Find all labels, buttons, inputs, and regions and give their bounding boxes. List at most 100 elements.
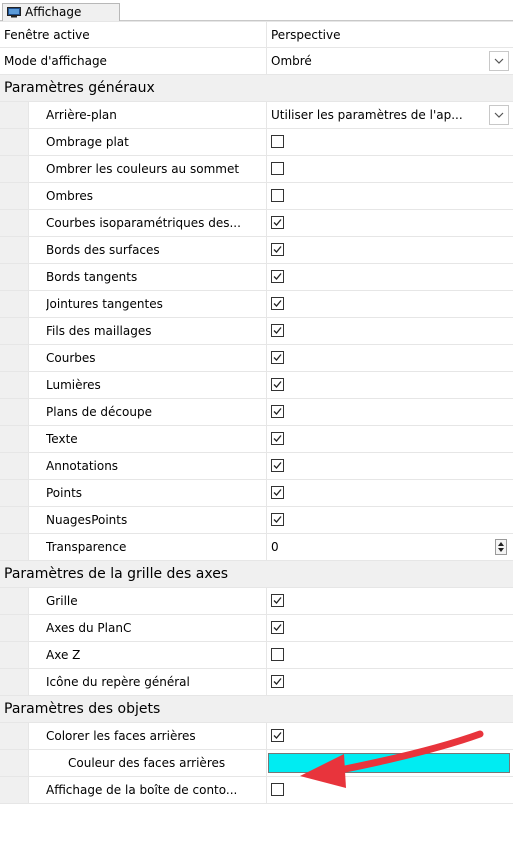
- column-divider: [266, 264, 267, 290]
- row-bords-tangents[interactable]: Bords tangents: [0, 264, 513, 291]
- row-axe-z[interactable]: Axe Z: [0, 642, 513, 669]
- row-ombres[interactable]: Ombres: [0, 183, 513, 210]
- row-lumieres[interactable]: Lumières: [0, 372, 513, 399]
- tab-label: Affichage: [25, 5, 82, 19]
- backface-color-swatch[interactable]: [268, 753, 510, 773]
- checkbox-checked[interactable]: [271, 513, 284, 526]
- row-label: Fenêtre active: [4, 28, 90, 42]
- monitor-icon: [7, 7, 21, 18]
- row-gutter: [0, 318, 29, 344]
- column-divider: [266, 22, 267, 48]
- row-texte[interactable]: Texte: [0, 426, 513, 453]
- row-fenetre-active[interactable]: Fenêtre active Perspective: [0, 21, 513, 48]
- row-arriere-plan[interactable]: Arrière-plan Utiliser les paramètres de l…: [0, 102, 513, 129]
- checkbox-checked[interactable]: [271, 432, 284, 445]
- checkmark-icon: [273, 516, 282, 523]
- checkbox-checked[interactable]: [271, 675, 284, 688]
- checkbox-unchecked[interactable]: [271, 783, 284, 796]
- row-courbes[interactable]: Courbes: [0, 345, 513, 372]
- display-mode-dropdown-button[interactable]: [489, 51, 509, 71]
- checkmark-icon: [273, 354, 282, 361]
- row-axes-du-planc[interactable]: Axes du PlanC: [0, 615, 513, 642]
- tab-affichage[interactable]: Affichage: [2, 3, 120, 21]
- row-gutter: [0, 615, 29, 641]
- row-colorer-les-faces-arrieres[interactable]: Colorer les faces arrières: [0, 723, 513, 750]
- column-divider: [266, 669, 267, 695]
- transparency-spinner[interactable]: [495, 539, 507, 555]
- checkmark-icon: [273, 462, 282, 469]
- row-gutter: [0, 129, 29, 155]
- checkbox-checked[interactable]: [271, 621, 284, 634]
- checkmark-icon: [273, 678, 282, 685]
- background-dropdown-button[interactable]: [489, 105, 509, 125]
- checkbox-checked[interactable]: [271, 459, 284, 472]
- chevron-down-icon: [494, 58, 504, 64]
- column-divider: [266, 372, 267, 398]
- row-icone-du-repere-general[interactable]: Icône du repère général: [0, 669, 513, 696]
- checkbox-checked[interactable]: [271, 216, 284, 229]
- checkbox-checked[interactable]: [271, 324, 284, 337]
- row-ombrage-plat[interactable]: Ombrage plat: [0, 129, 513, 156]
- checkmark-icon: [273, 381, 282, 388]
- checkbox-unchecked[interactable]: [271, 135, 284, 148]
- checkbox-unchecked[interactable]: [271, 648, 284, 661]
- section-header-grid-axes[interactable]: Paramètres de la grille des axes: [0, 561, 513, 588]
- transparency-value[interactable]: 0: [271, 534, 279, 560]
- checkmark-icon: [273, 327, 282, 334]
- checkbox-checked[interactable]: [271, 486, 284, 499]
- checkbox-checked[interactable]: [271, 351, 284, 364]
- row-bords-des-surfaces[interactable]: Bords des surfaces: [0, 237, 513, 264]
- row-jointures-tangentes[interactable]: Jointures tangentes: [0, 291, 513, 318]
- row-gutter: [0, 102, 29, 128]
- row-gutter: [0, 669, 29, 695]
- column-divider: [266, 399, 267, 425]
- column-divider: [266, 642, 267, 668]
- property-grid: Fenêtre active Perspective Mode d'affich…: [0, 21, 513, 804]
- checkbox-checked[interactable]: [271, 378, 284, 391]
- row-label: Mode d'affichage: [4, 54, 107, 68]
- checkmark-icon: [273, 246, 282, 253]
- row-plans-de-decoupe[interactable]: Plans de découpe: [0, 399, 513, 426]
- row-label: Texte: [46, 432, 78, 446]
- checkbox-checked[interactable]: [271, 405, 284, 418]
- row-fils-des-maillages[interactable]: Fils des maillages: [0, 318, 513, 345]
- column-divider: [266, 345, 267, 371]
- checkbox-unchecked[interactable]: [271, 162, 284, 175]
- row-courbes-isoparametriques-des[interactable]: Courbes isoparamétriques des...: [0, 210, 513, 237]
- row-gutter: [0, 777, 29, 803]
- section-title: Paramètres de la grille des axes: [4, 566, 229, 582]
- section-header-objects[interactable]: Paramètres des objets: [0, 696, 513, 723]
- row-label: Fils des maillages: [46, 324, 152, 338]
- checkbox-checked[interactable]: [271, 243, 284, 256]
- row-transparence[interactable]: Transparence 0: [0, 534, 513, 561]
- row-gutter: [0, 183, 29, 209]
- row-nuagespoints[interactable]: NuagesPoints: [0, 507, 513, 534]
- checkbox-checked[interactable]: [271, 594, 284, 607]
- background-value: Utiliser les paramètres de l'ap...: [271, 108, 463, 122]
- row-ombrer-les-couleurs-au-sommet[interactable]: Ombrer les couleurs au sommet: [0, 156, 513, 183]
- column-divider: [266, 237, 267, 263]
- column-divider: [266, 723, 267, 749]
- column-divider: [266, 750, 267, 776]
- section-header-general[interactable]: Paramètres généraux: [0, 75, 513, 102]
- column-divider: [266, 48, 267, 74]
- row-points[interactable]: Points: [0, 480, 513, 507]
- row-affichage-de-la-boite-de-conto[interactable]: Affichage de la boîte de conto...: [0, 777, 513, 804]
- row-grille[interactable]: Grille: [0, 588, 513, 615]
- row-gutter: [0, 480, 29, 506]
- checkmark-icon: [273, 732, 282, 739]
- row-couleur-des-faces-arrieres[interactable]: Couleur des faces arrières: [0, 750, 513, 777]
- section-title: Paramètres généraux: [4, 80, 155, 96]
- row-label: Axes du PlanC: [46, 621, 132, 635]
- checkbox-unchecked[interactable]: [271, 189, 284, 202]
- column-divider: [266, 480, 267, 506]
- row-gutter: [0, 534, 29, 560]
- row-mode-affichage[interactable]: Mode d'affichage Ombré: [0, 48, 513, 75]
- checkbox-checked[interactable]: [271, 270, 284, 283]
- row-gutter: [0, 453, 29, 479]
- row-annotations[interactable]: Annotations: [0, 453, 513, 480]
- row-label: Couleur des faces arrières: [68, 756, 226, 770]
- checkbox-checked[interactable]: [271, 297, 284, 310]
- checkbox-checked[interactable]: [271, 729, 284, 742]
- column-divider: [266, 426, 267, 452]
